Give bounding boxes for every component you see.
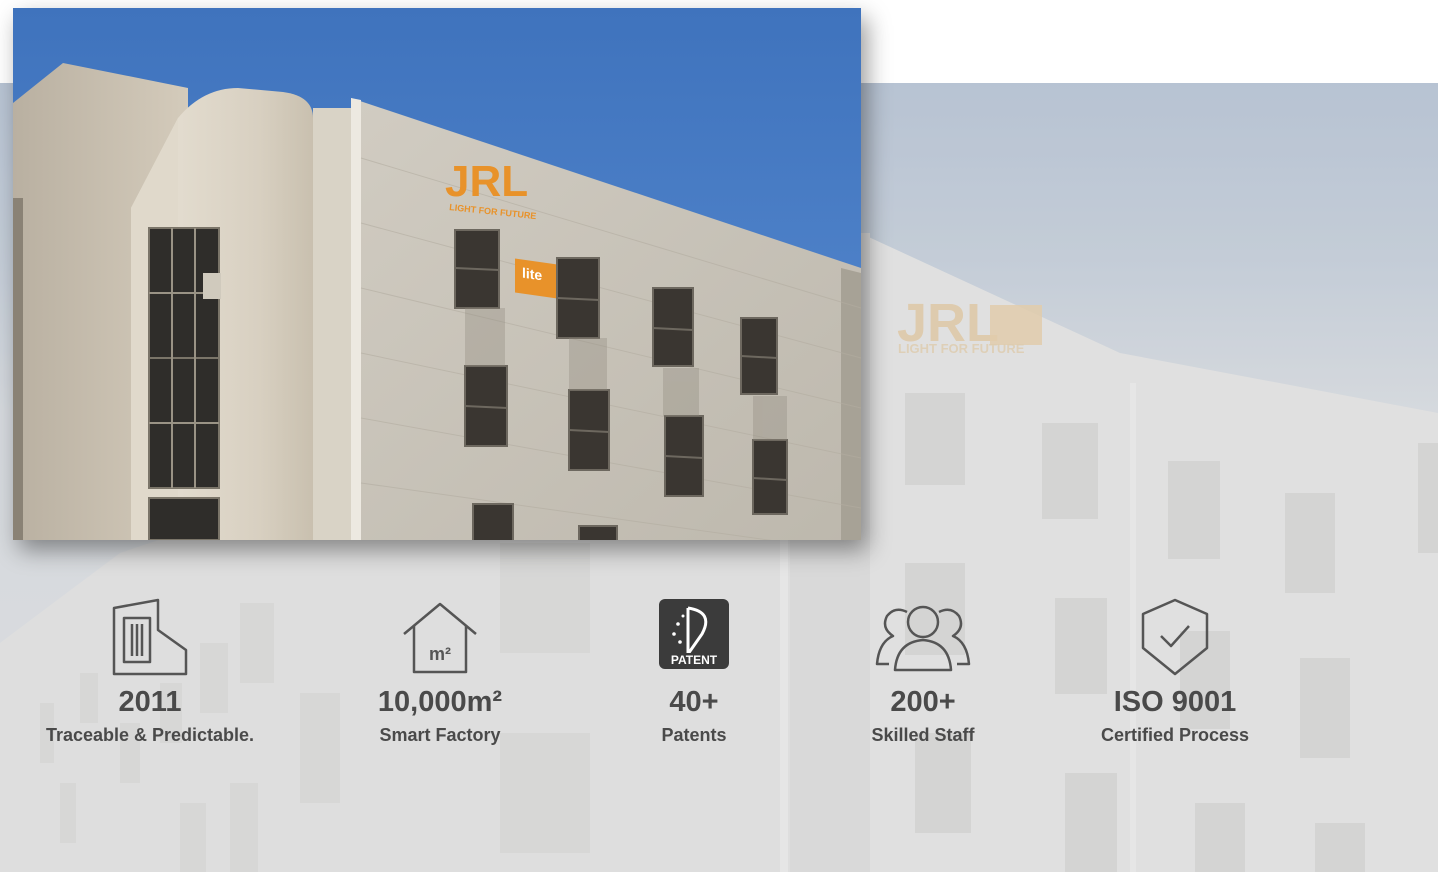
stat-label: Traceable & Predictable. [45, 725, 255, 745]
stat-label: Certified Process [1100, 725, 1250, 745]
patent-badge-icon-text: PATENT [671, 653, 718, 667]
stat-value: 40+ [669, 686, 719, 718]
company-building-photo: JRL lite LIGHT FOR FUTURE [13, 8, 861, 540]
page: JRL LIGHT FOR FUTURE JRL lite LIGHT FOR … [0, 0, 1438, 872]
stat-label: Skilled Staff [871, 725, 975, 745]
stats-row: 2011 Traceable & Predictable. m² 10,000m… [0, 598, 1438, 768]
patent-badge-icon: PATENT [658, 598, 730, 675]
stat-staff: 200+ Skilled Staff [843, 598, 1003, 748]
sign-badge-text: lite [522, 265, 542, 284]
people-group-icon [873, 598, 973, 681]
stat-label: Patents [661, 725, 727, 745]
house-area-icon: m² [400, 598, 480, 681]
sign-main-text: JRL [445, 157, 528, 206]
factory-building-icon [110, 598, 190, 681]
stat-patents: PATENT 40+ Patents [614, 598, 774, 748]
stat-iso: ISO 9001 Certified Process [1075, 598, 1275, 748]
stat-value: ISO 9001 [1113, 686, 1237, 718]
house-area-icon-text: m² [429, 644, 451, 664]
shield-check-icon [1139, 598, 1211, 683]
stat-value: 10,000m² [377, 686, 503, 718]
stat-label: Smart Factory [379, 725, 501, 745]
stat-value: 2011 [118, 686, 182, 718]
stat-value: 200+ [890, 686, 956, 718]
stat-factory-area: m² 10,000m² Smart Factory [340, 598, 540, 748]
stat-founded: 2011 Traceable & Predictable. [20, 598, 280, 748]
